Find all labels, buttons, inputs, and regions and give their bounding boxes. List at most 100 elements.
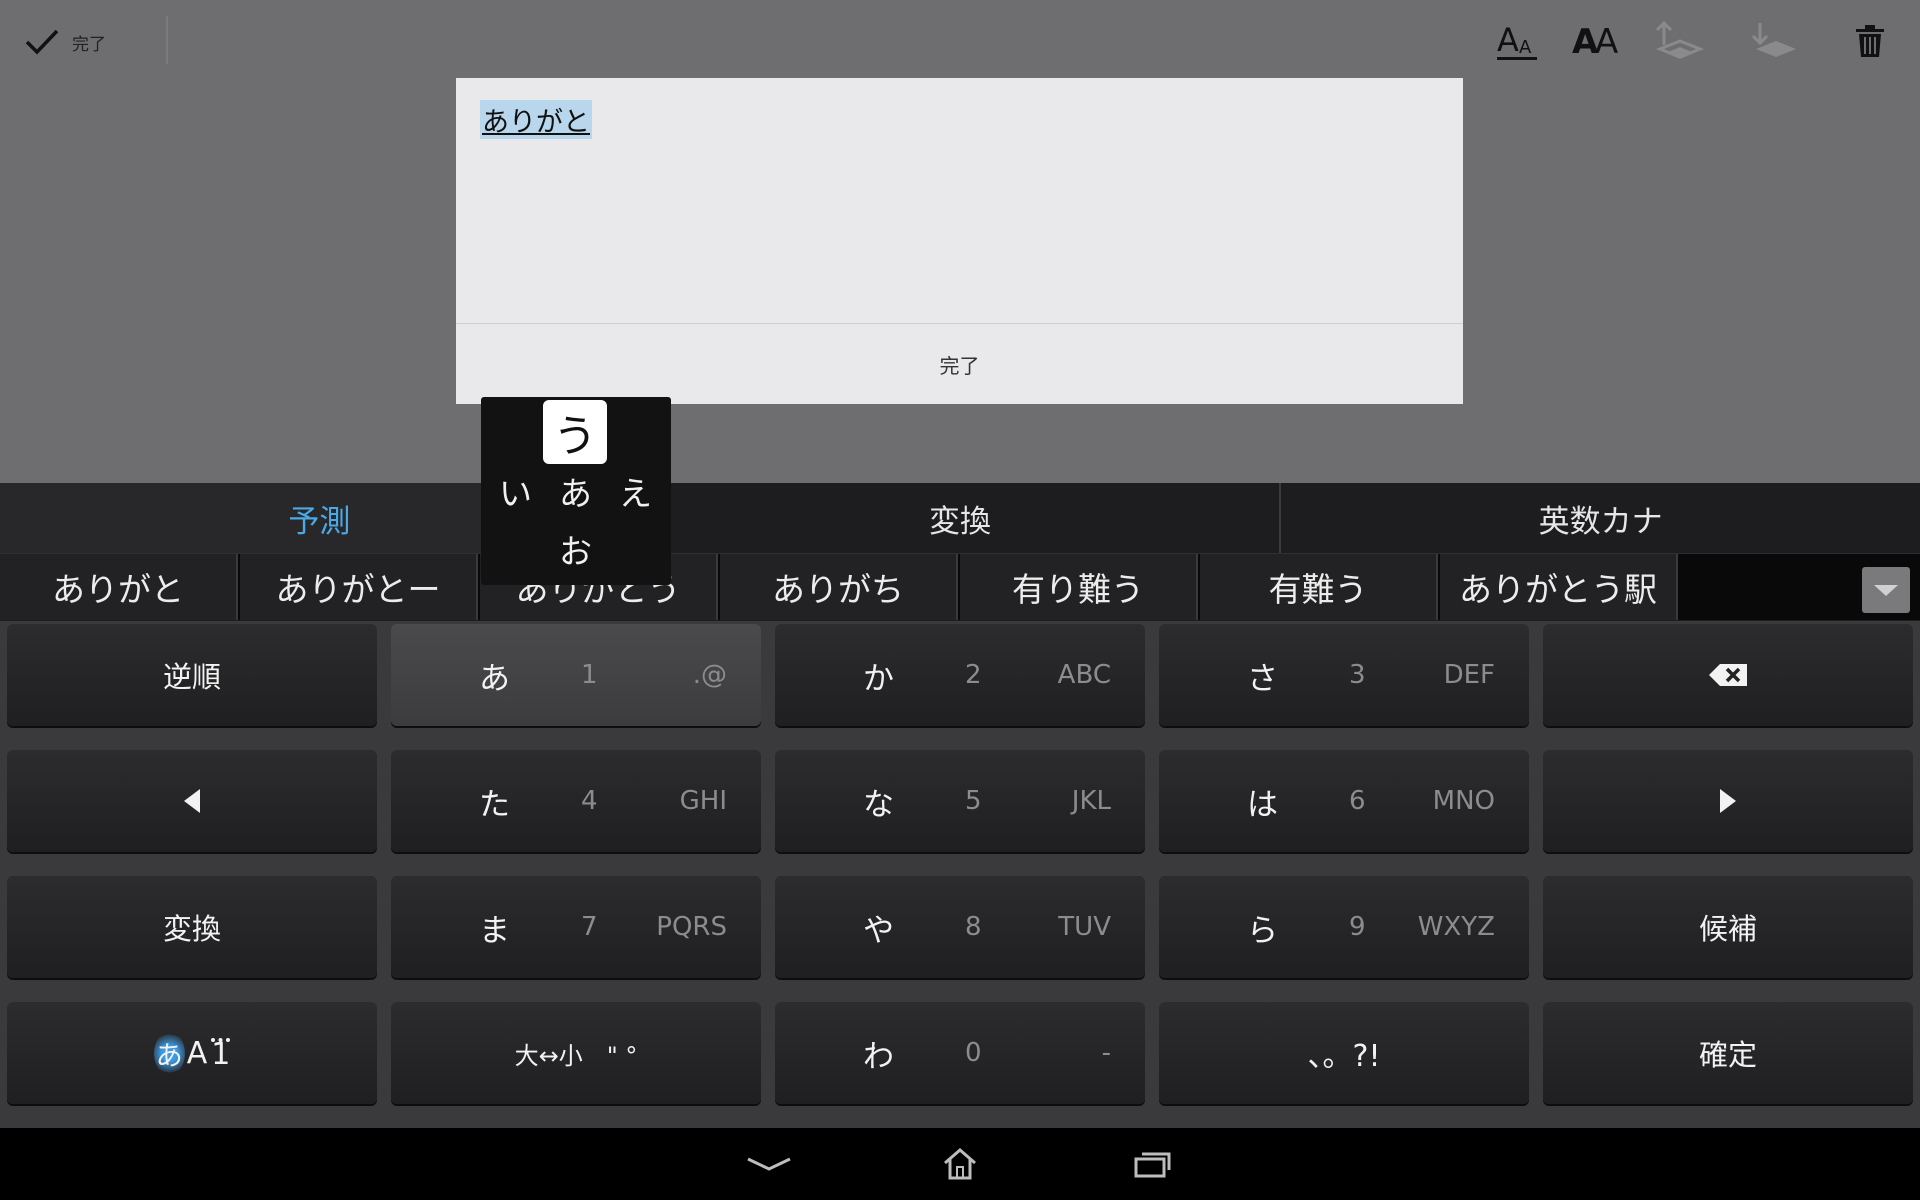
key-wa-number: 0 bbox=[965, 1038, 982, 1068]
confirm-key-label: 確定 bbox=[1698, 1038, 1757, 1072]
font-size-small-button[interactable]: A A bbox=[1488, 16, 1548, 66]
flick-right-char: え bbox=[619, 474, 652, 513]
flick-down-char: お bbox=[559, 532, 592, 571]
home-icon bbox=[944, 1148, 976, 1180]
flick-up-char: う bbox=[543, 400, 607, 464]
layer-down-icon bbox=[1751, 23, 1796, 57]
key-a-alpha: .@ bbox=[692, 660, 727, 690]
key-ka-kana: か bbox=[863, 660, 894, 697]
key-a-number: 1 bbox=[581, 660, 598, 690]
home-button[interactable] bbox=[920, 1142, 1000, 1186]
triangle-left-icon bbox=[184, 789, 200, 813]
key-a[interactable]: あ 1 .@ bbox=[391, 624, 761, 726]
cursor-left-key[interactable] bbox=[7, 750, 377, 852]
key-ka-alpha: ABC bbox=[1057, 660, 1111, 690]
text-input-dialog: ありがと 完了 bbox=[456, 78, 1463, 404]
svg-text:A: A bbox=[1519, 37, 1532, 58]
candidate-item[interactable]: 有難う bbox=[1200, 554, 1438, 620]
font-size-large-icon: A A bbox=[1572, 22, 1618, 62]
key-ta-kana: た bbox=[479, 786, 510, 823]
candidate-item[interactable]: ありがとー bbox=[240, 554, 478, 620]
input-mode-number: 1 bbox=[211, 1037, 231, 1072]
key-ra[interactable]: ら 9 WXYZ bbox=[1159, 876, 1529, 978]
candidates-key-label: 候補 bbox=[1698, 912, 1757, 946]
editor-toolbar: 完了 A A A A bbox=[0, 0, 1920, 84]
flick-center-char: あ bbox=[559, 474, 592, 513]
candidates-key[interactable]: 候補 bbox=[1543, 876, 1913, 978]
key-ma[interactable]: ま 7 PQRS bbox=[391, 876, 761, 978]
key-ha[interactable]: は 6 MNO bbox=[1159, 750, 1529, 852]
font-size-large-button[interactable]: A A bbox=[1566, 16, 1626, 66]
confirm-key[interactable]: 確定 bbox=[1543, 1002, 1913, 1104]
input-mode-key[interactable]: あ A 1 bbox=[7, 1002, 377, 1104]
key-ya-alpha: TUV bbox=[1058, 912, 1111, 942]
mode-tab-alnum-kana[interactable]: 英数カナ bbox=[1281, 483, 1920, 553]
key-ha-kana: は bbox=[1247, 786, 1278, 823]
conversion-mode-bar: 予測 変換 英数カナ bbox=[0, 483, 1920, 553]
key-ma-number: 7 bbox=[581, 912, 598, 942]
candidate-bar: ありがと ありがとー ありがとう ありがち 有り難う 有難う ありがとう駅 bbox=[0, 553, 1920, 620]
key-ha-alpha: MNO bbox=[1432, 786, 1495, 816]
layer-down-button[interactable] bbox=[1744, 16, 1804, 66]
flick-left-char: い bbox=[499, 474, 532, 513]
key-a-kana: あ bbox=[479, 660, 510, 697]
reverse-key[interactable]: 逆順 bbox=[7, 624, 377, 726]
chevron-down-icon bbox=[747, 1157, 791, 1171]
key-ma-kana: ま bbox=[479, 912, 510, 949]
key-na-number: 5 bbox=[965, 786, 982, 816]
key-ka[interactable]: か 2 ABC bbox=[775, 624, 1145, 726]
key-na-kana: な bbox=[863, 786, 894, 823]
key-sa-number: 3 bbox=[1349, 660, 1366, 690]
key-ma-alpha: PQRS bbox=[656, 912, 727, 942]
input-mode-kana: あ bbox=[153, 1031, 185, 1075]
svg-text:A: A bbox=[1497, 21, 1519, 59]
key-wa[interactable]: わ 0 - bbox=[775, 1002, 1145, 1104]
recent-apps-icon bbox=[1134, 1152, 1171, 1178]
chevron-down-icon bbox=[1874, 585, 1898, 596]
expand-candidates-button[interactable] bbox=[1862, 567, 1910, 613]
key-ya[interactable]: や 8 TUV bbox=[775, 876, 1145, 978]
japanese-keyboard: 予測 変換 英数カナ ありがと ありがとー ありがとう ありがち 有り難う 有難… bbox=[0, 483, 1920, 1128]
layer-up-button[interactable] bbox=[1648, 16, 1708, 66]
key-ya-number: 8 bbox=[965, 912, 982, 942]
punctuation-key[interactable]: 、。?! bbox=[1159, 1002, 1529, 1104]
key-sa[interactable]: さ 3 DEF bbox=[1159, 624, 1529, 726]
size-dakuten-key[interactable]: 大↔小 " ° bbox=[391, 1002, 761, 1104]
mode-tab-conversion[interactable]: 変換 bbox=[641, 483, 1282, 553]
size-dakuten-label: 大↔小 " ° bbox=[514, 1041, 638, 1070]
done-button[interactable]: 完了 bbox=[24, 20, 106, 64]
candidate-item[interactable]: ありがと bbox=[0, 554, 238, 620]
convert-key-label: 変換 bbox=[162, 912, 221, 946]
done-label: 完了 bbox=[72, 34, 106, 55]
checkmark-icon bbox=[25, 29, 59, 55]
triangle-right-icon bbox=[1720, 789, 1736, 813]
key-ta-alpha: GHI bbox=[679, 786, 727, 816]
key-ya-kana: や bbox=[863, 912, 894, 949]
font-size-small-icon: A A bbox=[1497, 21, 1537, 60]
input-mode-alpha: A bbox=[186, 1035, 208, 1071]
dialog-done-button[interactable]: 完了 bbox=[456, 324, 1463, 404]
hide-keyboard-button[interactable] bbox=[729, 1142, 809, 1186]
candidate-item[interactable]: 有り難う bbox=[960, 554, 1198, 620]
punctuation-key-label: 、。?! bbox=[1307, 1039, 1381, 1074]
key-na[interactable]: な 5 JKL bbox=[775, 750, 1145, 852]
key-ta[interactable]: た 4 GHI bbox=[391, 750, 761, 852]
svg-text:A: A bbox=[1595, 22, 1618, 62]
key-wa-symbol: - bbox=[1101, 1038, 1111, 1068]
key-grid: 逆順 あ 1 .@ か 2 ABC さ 3 DEF た 4 GHI な 5 JK… bbox=[0, 621, 1920, 1128]
candidate-item[interactable]: ありがち bbox=[720, 554, 958, 620]
composing-text[interactable]: ありがと bbox=[480, 100, 592, 139]
key-ta-number: 4 bbox=[581, 786, 598, 816]
candidate-item[interactable]: ありがとう駅 bbox=[1440, 554, 1678, 620]
backspace-key[interactable] bbox=[1543, 624, 1913, 726]
convert-key[interactable]: 変換 bbox=[7, 876, 377, 978]
delete-button[interactable] bbox=[1840, 16, 1900, 66]
flick-guide-popup: う い あ え お bbox=[481, 397, 671, 585]
trash-icon bbox=[1856, 25, 1884, 57]
layer-up-icon bbox=[1655, 20, 1704, 59]
key-sa-kana: さ bbox=[1247, 660, 1278, 697]
key-ka-number: 2 bbox=[965, 660, 982, 690]
key-ra-alpha: WXYZ bbox=[1417, 912, 1495, 942]
recent-apps-button[interactable] bbox=[1112, 1142, 1192, 1186]
cursor-right-key[interactable] bbox=[1543, 750, 1913, 852]
